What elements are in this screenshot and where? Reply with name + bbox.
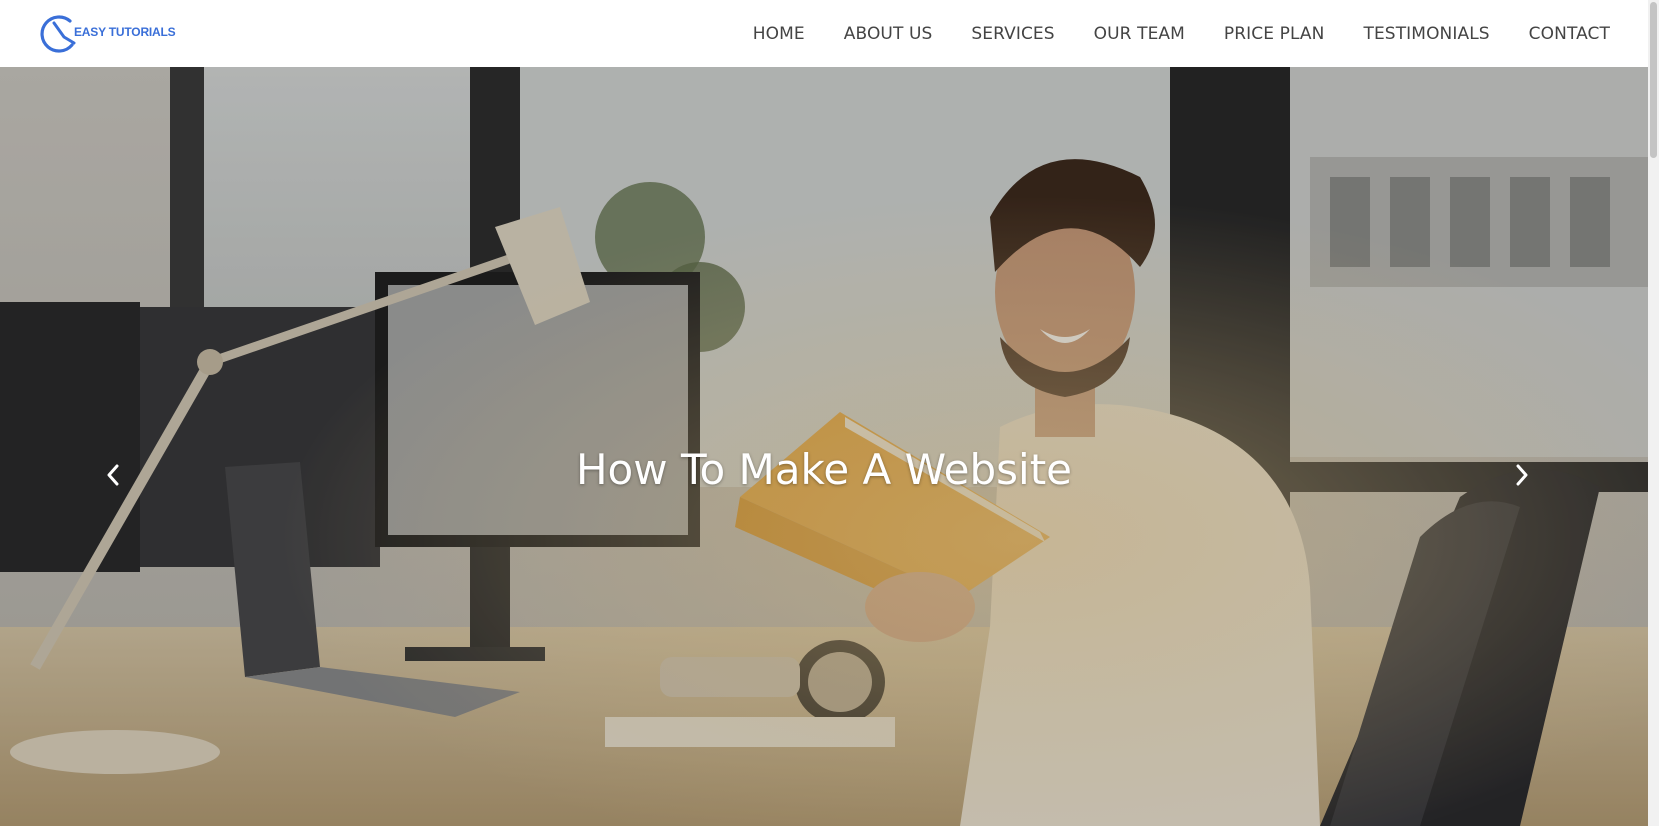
page-scrollbar[interactable] [1648,0,1659,826]
chevron-left-icon [107,464,119,486]
nav-link-services[interactable]: SERVICES [952,24,1074,44]
nav-link-testimonials[interactable]: TESTIMONIALS [1344,24,1509,44]
nav-link-price-plan[interactable]: PRICE PLAN [1204,24,1344,44]
chevron-right-icon [1516,464,1528,486]
site-header: eASY TUTORIALS HOME ABOUT US SERVICES OU… [0,0,1648,67]
logo-text: eASY TUTORIALS [74,24,176,39]
nav-link-home[interactable]: HOME [733,24,824,44]
main-nav: HOME ABOUT US SERVICES OUR TEAM PRICE PL… [733,24,1610,44]
scrollbar-thumb[interactable] [1650,2,1657,158]
nav-link-our-team[interactable]: OUR TEAM [1074,24,1204,44]
hero-title: How To Make A Website [575,445,1073,494]
nav-link-about-us[interactable]: ABOUT US [824,24,952,44]
carousel-next-button[interactable] [1507,460,1537,490]
hero-carousel: How To Make A Website [0,67,1648,826]
carousel-prev-button[interactable] [98,460,128,490]
brand-logo[interactable]: eASY TUTORIALS [40,12,176,56]
nav-link-contact[interactable]: CONTACT [1509,24,1610,44]
